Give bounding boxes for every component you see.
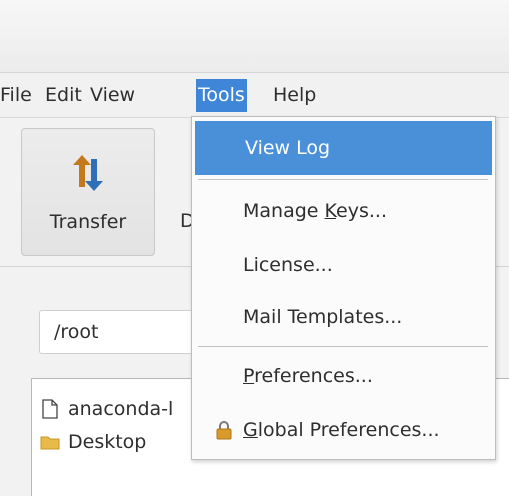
- transfer-label: Transfer: [49, 211, 127, 233]
- menu-item-mail-templates[interactable]: Mail Templates...: [193, 290, 494, 344]
- global-preferences-suffix: lobal Preferences...: [257, 419, 440, 441]
- tools-dropdown-menu: View Log Manage Keys... License... Mail …: [191, 116, 496, 460]
- menu-bar: File Edit View Tools Help: [0, 73, 509, 118]
- title-bar: [0, 0, 509, 73]
- folder-icon: [40, 436, 60, 450]
- menu-item-preferences[interactable]: Preferences...: [193, 349, 494, 403]
- file-name: anaconda-l: [68, 398, 174, 420]
- menu-separator: [198, 346, 488, 347]
- manage-keys-mnemonic: K: [324, 200, 337, 222]
- menu-help[interactable]: Help: [273, 79, 316, 112]
- preferences-suffix: references...: [254, 365, 373, 387]
- manage-keys-suffix: eys...: [336, 200, 387, 222]
- menu-edit[interactable]: Edit: [45, 79, 82, 112]
- transfer-button[interactable]: Transfer: [21, 128, 155, 256]
- menu-view[interactable]: View: [90, 79, 135, 112]
- lock-icon: [216, 421, 232, 440]
- manage-keys-prefix: Manage: [243, 200, 325, 222]
- menu-item-global-preferences[interactable]: Global Preferences...: [193, 403, 494, 457]
- menu-item-manage-keys[interactable]: Manage Keys...: [193, 184, 494, 238]
- document-icon: [42, 399, 58, 419]
- menu-item-license[interactable]: License...: [193, 238, 494, 292]
- global-preferences-mnemonic: G: [243, 419, 258, 441]
- menu-item-view-log[interactable]: View Log: [195, 121, 492, 175]
- transfer-arrows-icon: [73, 155, 103, 191]
- file-name: Desktop: [68, 431, 147, 453]
- menu-tools[interactable]: Tools: [196, 79, 247, 112]
- menu-file[interactable]: File: [0, 79, 32, 112]
- preferences-mnemonic: P: [243, 365, 255, 387]
- menu-separator: [198, 179, 488, 180]
